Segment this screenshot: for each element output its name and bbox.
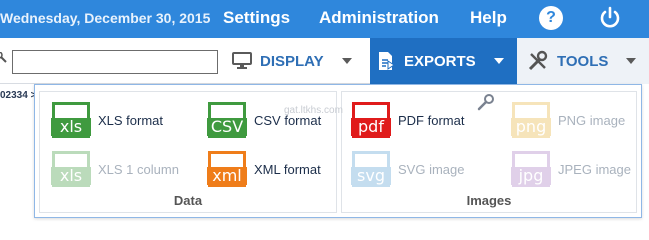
exports-button[interactable]: EXPORTS [370,38,517,84]
export-doc-icon [379,52,395,70]
nav-help[interactable]: Help [470,8,507,28]
current-date: Wednesday, December 30, 2015 [0,10,211,26]
tools-button[interactable]: TOOLS [517,38,649,84]
png-icon: png [511,102,551,138]
export-png-button: png PNG image [511,102,626,138]
tools-label: TOOLS [557,52,609,70]
power-icon[interactable] [598,6,622,30]
chevron-down-icon [341,58,352,64]
data-section-title: Data [173,193,203,208]
toolbar: DISPLAY EXPORTS TOOLS [0,38,649,84]
export-pdf-label: PDF format [398,112,465,128]
chevron-down-icon [493,58,504,64]
export-xml-button[interactable]: xml XML format [207,151,321,187]
wrench-icon[interactable] [476,92,496,112]
chevron-down-icon [626,58,637,64]
svg-icon: svg [351,151,391,187]
export-xls-1-column-label: XLS 1 column [98,161,179,177]
csv-icon: CSV [207,102,247,138]
xml-icon: xml [207,151,247,187]
top-bar: Wednesday, December 30, 2015 Settings Ad… [0,0,649,38]
export-svg-label: SVG image [398,161,465,177]
export-xls-1-column-button: xls XLS 1 column [51,151,179,187]
display-label: DISPLAY [260,52,324,70]
pdf-icon: pdf [351,102,391,138]
xls-icon: xls [51,151,91,187]
export-png-label: PNG image [558,112,626,128]
images-section-title: Images [466,193,512,208]
export-jpeg-label: JPEG image [558,161,631,177]
export-pdf-button[interactable]: pdf PDF format [351,102,465,138]
export-svg-button: svg SVG image [351,151,465,187]
question-icon[interactable]: ? [539,6,563,30]
display-button[interactable]: DISPLAY [232,38,362,84]
exports-label: EXPORTS [404,52,476,70]
breadcrumb[interactable]: 02334 > [0,90,36,101]
export-xml-label: XML format [254,161,321,177]
monitor-icon [232,52,252,69]
export-xls-button[interactable]: xls XLS format [51,102,164,138]
export-jpeg-button: jpg JPEG image [511,151,631,187]
nav-settings[interactable]: Settings [223,8,290,28]
search-icon [0,52,7,63]
export-xls-label: XLS format [98,112,164,128]
jpg-icon: jpg [511,151,551,187]
nav-administration[interactable]: Administration [319,8,439,28]
xls-icon: xls [51,102,91,138]
tools-icon [528,50,548,71]
search-input[interactable] [12,50,218,74]
watermark: gat.ltkhs.com [284,105,343,116]
